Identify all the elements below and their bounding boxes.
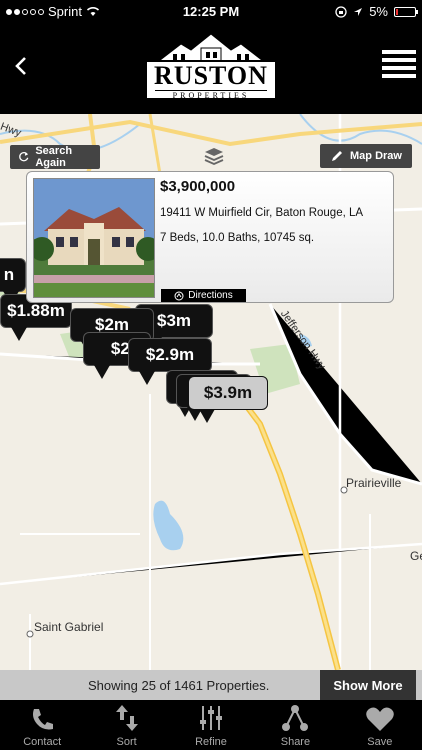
bottom-tab-bar: Contact Sort Refine Share Save: [0, 700, 422, 750]
phone-icon: [33, 709, 54, 730]
tab-sort[interactable]: Sort: [84, 700, 168, 750]
refresh-icon: [19, 151, 29, 162]
house-photo-image: [34, 179, 154, 297]
logo-title: RUSTON: [154, 61, 268, 90]
results-bar: Showing 25 of 1461 Properties. Show More: [0, 670, 422, 700]
show-more-button[interactable]: Show More: [320, 670, 416, 700]
tab-share-label: Share: [280, 736, 311, 748]
share-icon: [282, 705, 309, 731]
listing-price: $3,900,000: [160, 178, 236, 195]
map-label-saint-gabriel: Saint Gabriel: [34, 620, 104, 634]
listing-address: 19411 W Muirfield Cir, Baton Rouge, LA: [160, 207, 364, 219]
directions-button[interactable]: Directions: [161, 289, 246, 302]
price-pin-label: $1.88m: [7, 301, 65, 320]
sliders-icon: [200, 706, 223, 730]
sort-icon: [115, 705, 138, 731]
chevron-left-icon: [15, 57, 26, 75]
tab-save[interactable]: Save: [338, 700, 422, 750]
battery-icon: [394, 6, 418, 17]
app-header: RUSTON PROPERTIES: [0, 22, 422, 114]
listing-photo[interactable]: [33, 178, 155, 298]
listing-details: 7 Beds, 10.0 Baths, 10745 sq.: [160, 232, 315, 244]
map-draw-label: Map Draw: [350, 150, 402, 162]
map-view[interactable]: Hwy Jefferson Hwy Prairieville Saint Gab…: [0, 114, 422, 670]
location-icon: [354, 7, 363, 16]
pencil-icon: [332, 151, 343, 161]
search-again-label: Search Again: [35, 145, 73, 169]
tab-refine[interactable]: Refine: [169, 700, 253, 750]
results-count-text: Showing 25 of 1461 Properties.: [88, 678, 270, 693]
tab-contact[interactable]: Contact: [0, 700, 84, 750]
search-again-button[interactable]: Search Again: [10, 145, 100, 169]
tab-contact-label: Contact: [23, 736, 62, 748]
tab-save-label: Save: [367, 736, 393, 748]
price-pin-label: $3m: [156, 311, 192, 330]
price-pin-label: $3.9m: [203, 383, 253, 402]
list-menu-icon: [382, 50, 416, 78]
price-pin-label: $2.9m: [145, 345, 195, 364]
tab-share[interactable]: Share: [253, 700, 337, 750]
map-label-ge: Ge: [410, 549, 422, 563]
logo-subtitle: PROPERTIES: [155, 90, 267, 100]
ruston-logo: RUSTON PROPERTIES: [145, 30, 277, 102]
tab-sort-label: Sort: [116, 736, 137, 748]
map-label-prairieville: Prairieville: [346, 476, 402, 490]
tab-refine-label: Refine: [195, 736, 227, 748]
menu-button[interactable]: [382, 50, 416, 82]
layers-icon: [204, 148, 224, 165]
heart-icon: [366, 707, 394, 731]
directions-icon: [174, 291, 184, 300]
rotation-lock-icon: [335, 5, 347, 18]
price-pin[interactable]: n: [0, 258, 26, 305]
house-logo-icon: [154, 33, 268, 64]
battery-label: 5%: [369, 4, 388, 19]
price-pin-label: n: [3, 265, 15, 284]
back-button[interactable]: [14, 54, 28, 82]
directions-label: Directions: [188, 290, 233, 301]
status-bar: Sprint 12:25 PM 5%: [0, 0, 422, 22]
price-pin[interactable]: $2.9m: [128, 338, 212, 385]
map-draw-button[interactable]: Map Draw: [320, 144, 412, 168]
layers-button[interactable]: [204, 147, 224, 170]
price-pin-selected[interactable]: $3.9m: [188, 376, 268, 423]
listing-popup[interactable]: $3,900,000 19411 W Muirfield Cir, Baton …: [26, 171, 394, 303]
